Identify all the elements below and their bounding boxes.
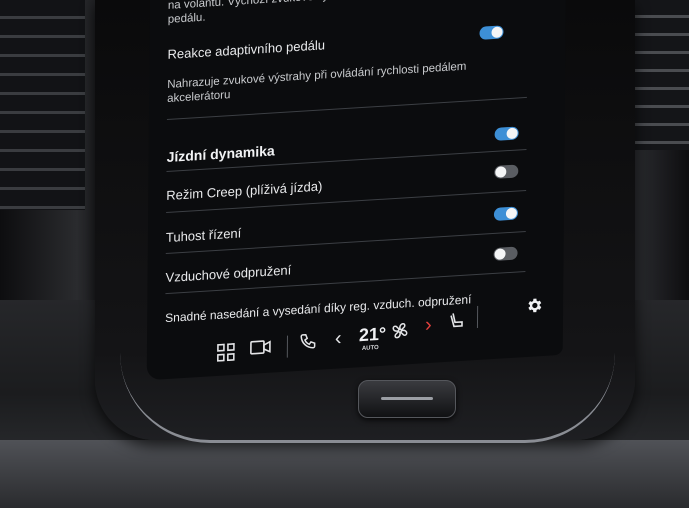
toggle-knob	[491, 26, 503, 39]
creep-mode-toggle[interactable]	[494, 164, 519, 179]
app-grid-icon[interactable]	[217, 343, 235, 362]
left-air-vent	[0, 0, 85, 210]
toggle-knob	[505, 207, 517, 220]
adaptive-pedal-description: Nahrazuje zvukové výstrahy při ovládání …	[167, 60, 467, 105]
chevron-right-icon[interactable]: ›	[425, 314, 432, 337]
heated-seat-icon[interactable]	[449, 311, 465, 330]
driving-dynamics-toggle[interactable]	[494, 126, 519, 141]
camera-icon[interactable]	[250, 339, 272, 356]
air-suspension-toggle[interactable]	[493, 246, 518, 261]
temperature-display[interactable]: 21°	[359, 324, 386, 347]
steering-stiffness-label: Tuhost řízení	[165, 225, 242, 246]
chevron-left-icon[interactable]: ‹	[335, 327, 342, 350]
adaptive-pedal-title: Reakce adaptivního pedálu	[167, 37, 326, 62]
toggle-knob	[494, 248, 506, 260]
center-console-trim	[0, 440, 689, 508]
divider	[286, 335, 288, 358]
previous-setting-description: na volantu. Výchozí zvukové výstrahy lze…	[167, 0, 423, 26]
toggle-knob	[506, 127, 518, 140]
temperature-mode: AUTO	[361, 345, 379, 353]
toggle-knob	[495, 166, 507, 178]
infotainment-screen: na volantu. Výchozí zvukové výstrahy lze…	[146, 0, 566, 381]
steering-stiffness-toggle[interactable]	[493, 206, 518, 221]
fan-icon[interactable]	[391, 321, 409, 340]
home-button[interactable]	[358, 380, 456, 418]
air-suspension-label: Vzduchové odpružení	[165, 262, 292, 286]
adaptive-pedal-toggle[interactable]	[479, 25, 504, 40]
phone-icon[interactable]	[299, 332, 317, 351]
divider	[476, 305, 479, 329]
creep-mode-label: Režim Creep (plíživá jízda)	[166, 178, 323, 204]
